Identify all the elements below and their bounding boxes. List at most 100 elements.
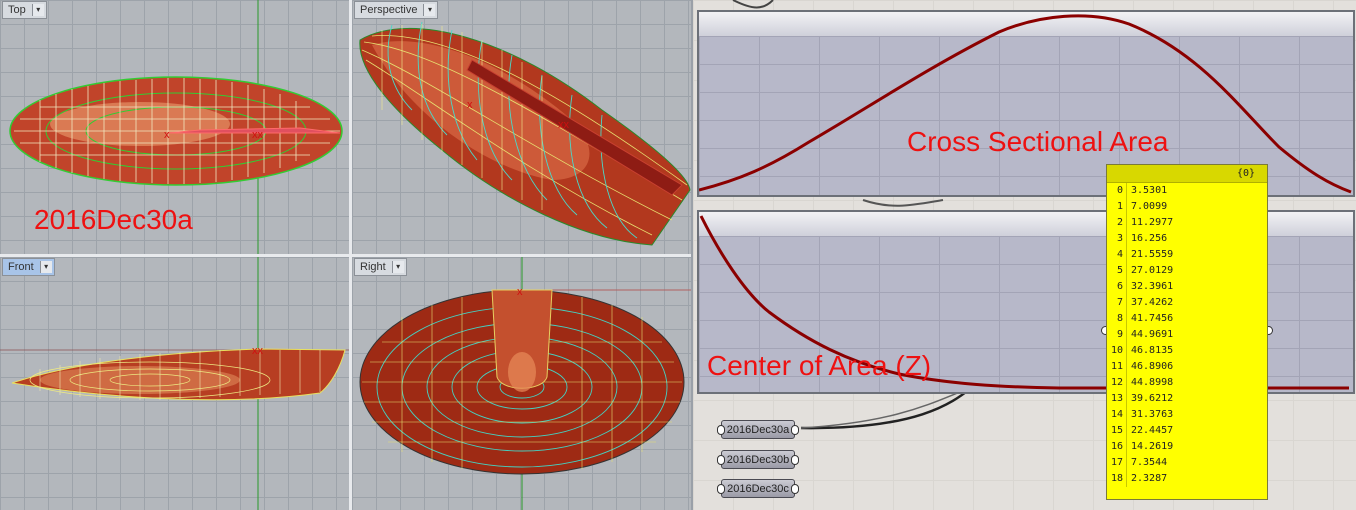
viewport-tab-label: Top: [8, 4, 26, 16]
panel-row-index: 2: [1107, 215, 1127, 231]
panel-row-value: 44.8998: [1131, 377, 1174, 388]
panel-row-value: 22.4457: [1131, 425, 1174, 436]
panel-row-value: 46.8906: [1131, 361, 1174, 372]
svg-text:x: x: [164, 129, 170, 141]
panel-row-value: 11.2977: [1131, 217, 1174, 228]
param-2016dec30c[interactable]: 2016Dec30c: [717, 479, 799, 498]
panel-row-value: 31.3763: [1131, 409, 1174, 420]
graph-center-title: Center of Area (Z): [707, 350, 932, 381]
svg-text:xx: xx: [252, 345, 264, 357]
viewport-tab-label: Perspective: [360, 4, 418, 16]
panel-row-index: 13: [1107, 391, 1127, 407]
panel-row-value: 27.0129: [1131, 265, 1174, 276]
panel-row: 6 32.3961: [1107, 279, 1267, 295]
param-2016dec30a[interactable]: 2016Dec30a: [717, 420, 799, 439]
panel-row: 7 37.4262: [1107, 295, 1267, 311]
param-output-grip[interactable]: [791, 425, 799, 435]
dropdown-arrow-icon[interactable]: ▾: [31, 4, 44, 16]
viewport-separator-horizontal[interactable]: [0, 254, 691, 257]
param-output-grip[interactable]: [791, 484, 799, 494]
hull-front-view: xx: [0, 257, 349, 510]
viewport-tab-top[interactable]: Top ▾: [2, 1, 47, 19]
panel-row: 2 11.2977: [1107, 215, 1267, 231]
panel-row-value: 39.6212: [1131, 393, 1174, 404]
panel-row-value: 44.9691: [1131, 329, 1174, 340]
param-output-grip[interactable]: [791, 455, 799, 465]
dropdown-arrow-icon[interactable]: ▾: [39, 261, 52, 273]
param-label: 2016Dec30a: [726, 423, 790, 436]
viewport-top[interactable]: Top ▾ x xx 2016Dec30a: [0, 0, 349, 254]
panel-row-index: 5: [1107, 263, 1127, 279]
viewport-tab-label: Front: [8, 261, 34, 273]
hull-right-view: x: [359, 257, 691, 510]
panel-row-value: 7.0099: [1131, 201, 1168, 212]
panel-row: 13 39.6212: [1107, 391, 1267, 407]
panel-row-index: 3: [1107, 231, 1127, 247]
viewport-tab-right[interactable]: Right ▾: [354, 258, 407, 276]
hull-perspective-view: x xx: [359, 21, 691, 246]
panel-row-index: 8: [1107, 311, 1127, 327]
param-input-grip[interactable]: [717, 484, 725, 494]
panel-row-index: 10: [1107, 343, 1127, 359]
panel-row-index: 4: [1107, 247, 1127, 263]
panel-row-index: 12: [1107, 375, 1127, 391]
viewport-tab-front[interactable]: Front ▾: [2, 258, 55, 276]
panel-row: 15 22.4457: [1107, 423, 1267, 439]
panel-row-index: 14: [1107, 407, 1127, 423]
param-2016dec30b[interactable]: 2016Dec30b: [717, 450, 799, 469]
viewport-tab-perspective[interactable]: Perspective ▾: [354, 1, 439, 19]
graph-area-title: Cross Sectional Area: [907, 126, 1169, 157]
panel-row-index: 15: [1107, 423, 1127, 439]
panel-row: 4 21.5559: [1107, 247, 1267, 263]
param-label: 2016Dec30b: [726, 453, 790, 466]
panel-row-index: 6: [1107, 279, 1127, 295]
panel-row: 1 7.0099: [1107, 199, 1267, 215]
svg-text:xx: xx: [558, 119, 570, 131]
dropdown-arrow-icon[interactable]: ▾: [423, 4, 436, 16]
panel-row-index: 16: [1107, 439, 1127, 455]
panel-row-value: 32.3961: [1131, 281, 1174, 292]
panel-row-index: 18: [1107, 471, 1127, 487]
viewport-perspective[interactable]: Perspective ▾ x xx: [352, 0, 691, 254]
panel-row-value: 3.5301: [1131, 185, 1168, 196]
panel-row: 9 44.9691: [1107, 327, 1267, 343]
viewport-tab-label: Right: [360, 261, 386, 273]
panel-row: 5 27.0129: [1107, 263, 1267, 279]
panel-row: 8 41.7456: [1107, 311, 1267, 327]
panel-row-value: 21.5559: [1131, 249, 1174, 260]
viewport-right[interactable]: Right ▾ x: [352, 257, 691, 510]
panel-row-value: 37.4262: [1131, 297, 1174, 308]
panel-path-header: {0}: [1107, 165, 1267, 183]
panel-row: 10 46.8135: [1107, 343, 1267, 359]
panel-row-index: 9: [1107, 327, 1127, 343]
panel-row-index: 0: [1107, 183, 1127, 199]
panel-row: 16 14.2619: [1107, 439, 1267, 455]
param-input-grip[interactable]: [717, 425, 725, 435]
panel-row-value: 41.7456: [1131, 313, 1174, 324]
panel-row-value: 7.3544: [1131, 457, 1168, 468]
panel-row-index: 7: [1107, 295, 1127, 311]
panel-row: 0 3.5301: [1107, 183, 1267, 199]
panel-row-index: 17: [1107, 455, 1127, 471]
panel-row-value: 16.256: [1131, 233, 1168, 244]
panel-row: 12 44.8998: [1107, 375, 1267, 391]
viewport-front[interactable]: Front ▾ xx: [0, 257, 349, 510]
panel-rows: 0 3.5301 1 7.0099 2 11.2977 3 16.256 4 21.5559 5 27…: [1107, 183, 1267, 487]
panel-row-value: 2.3287: [1131, 473, 1168, 484]
param-input-grip[interactable]: [717, 455, 725, 465]
panel-row-value: 14.2619: [1131, 441, 1174, 452]
panel-row: 18 2.3287: [1107, 471, 1267, 487]
data-panel[interactable]: {0} 0 3.5301 1 7.0099 2 11.2977 3 16.256 4 21.555…: [1106, 164, 1268, 500]
panel-row-index: 11: [1107, 359, 1127, 375]
param-label: 2016Dec30c: [727, 482, 789, 495]
panel-row-index: 1: [1107, 199, 1127, 215]
model-name-overlay: 2016Dec30a: [34, 204, 193, 235]
panel-row: 3 16.256: [1107, 231, 1267, 247]
panel-row: 11 46.8906: [1107, 359, 1267, 375]
svg-text:x: x: [467, 99, 473, 111]
panel-row-value: 46.8135: [1131, 345, 1174, 356]
svg-text:x: x: [517, 286, 523, 298]
svg-text:xx: xx: [252, 129, 264, 141]
panel-row: 17 7.3544: [1107, 455, 1267, 471]
dropdown-arrow-icon[interactable]: ▾: [391, 261, 404, 273]
